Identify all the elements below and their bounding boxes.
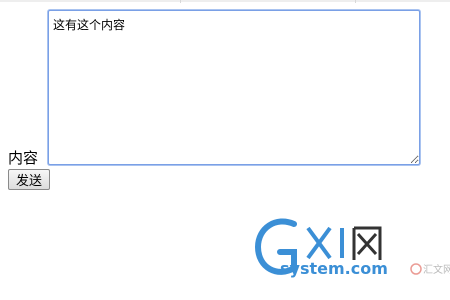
gxi-watermark-logo: system.com 汇文网 (254, 218, 450, 278)
logo-x-letter (306, 226, 332, 260)
top-divider (0, 0, 450, 2)
logo-wang-glyph (352, 226, 382, 260)
watermark-domain-text: system.com (280, 259, 388, 278)
content-textarea[interactable] (48, 10, 420, 165)
top-divider-tick (180, 0, 181, 3)
top-divider-tick (355, 0, 356, 3)
faded-logo-icon (410, 263, 422, 275)
watermark-faded-text: 汇文网 (423, 263, 450, 276)
content-label: 内容 (8, 149, 39, 167)
send-button[interactable]: 发送 (8, 169, 50, 190)
